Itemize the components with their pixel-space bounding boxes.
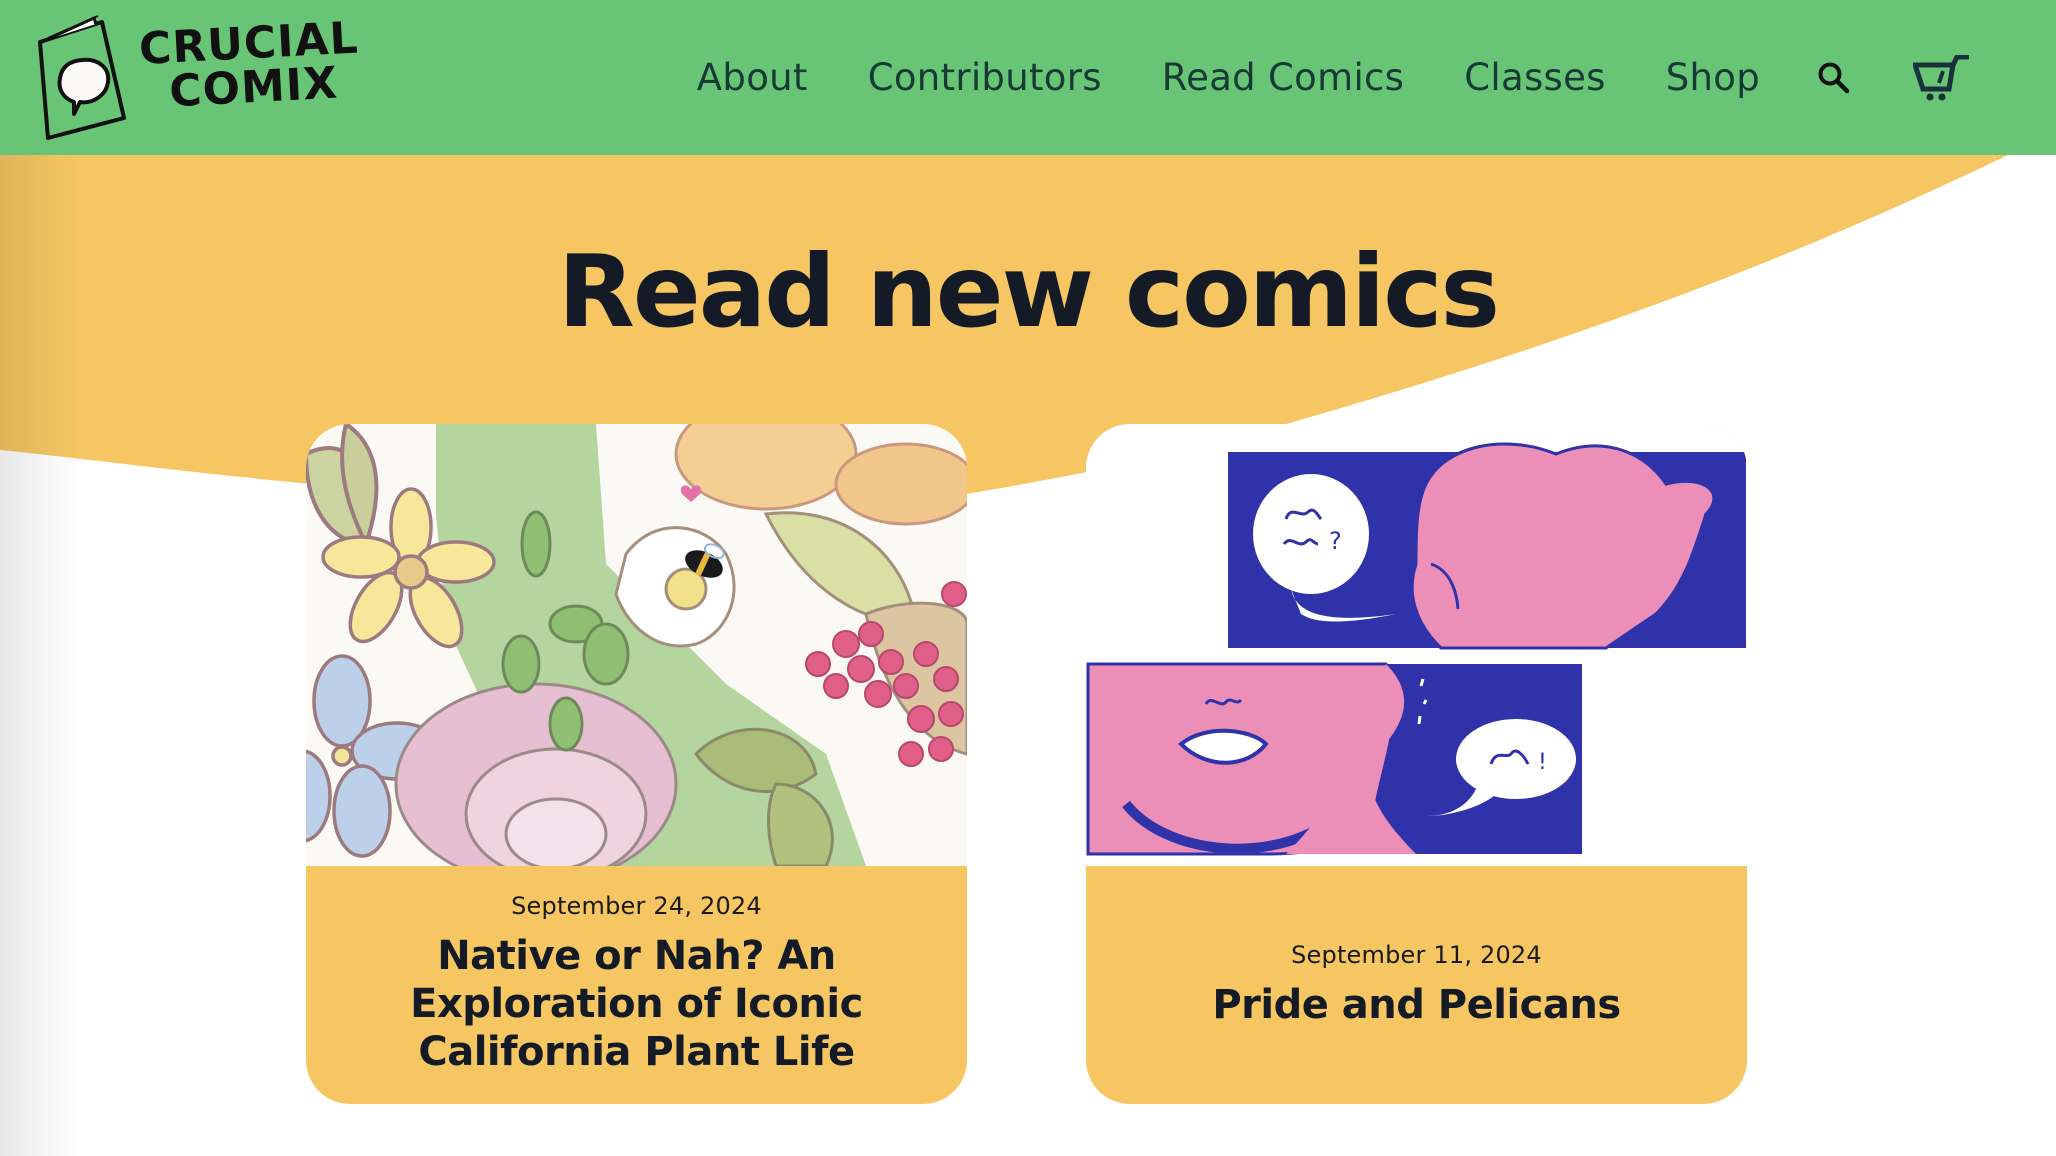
comic-book-speech-bubble-icon <box>38 15 126 140</box>
search-icon <box>1818 62 1850 93</box>
site-header: CRUCIAL COMIX About Contributors Read Co… <box>0 0 2056 155</box>
comic-card[interactable]: ? ! September 11, 2024 Pride and Pelican… <box>1086 424 1747 1104</box>
logo-text-line-2: COMIX <box>168 57 340 118</box>
comic-card-body: September 11, 2024 Pride and Pelicans <box>1086 866 1747 1104</box>
nav-about[interactable]: About <box>697 56 808 99</box>
comic-panels-illustration: ? ! <box>1086 424 1747 866</box>
main-nav: About Contributors Read Comics Classes S… <box>697 0 2056 155</box>
comic-thumbnail-pride-and-pelicans: ? ! <box>1086 424 1747 866</box>
svg-text:?: ? <box>1329 527 1342 555</box>
comic-date: September 24, 2024 <box>511 892 762 920</box>
comic-card[interactable]: September 24, 2024 Native or Nah? An Exp… <box>306 424 967 1104</box>
nav-contributors[interactable]: Contributors <box>868 56 1102 99</box>
comic-thumbnail-plants <box>306 424 967 866</box>
plants-illustration <box>306 424 967 866</box>
comic-title[interactable]: Pride and Pelicans <box>1212 981 1621 1029</box>
search-button[interactable] <box>1814 58 1854 98</box>
page-title: Read new comics <box>557 233 1500 350</box>
nav-classes[interactable]: Classes <box>1464 56 1605 99</box>
site-logo-text: CRUCIAL COMIX <box>138 13 360 118</box>
nav-read-comics[interactable]: Read Comics <box>1162 56 1404 99</box>
svg-text:!: ! <box>1538 750 1547 775</box>
shopping-cart-icon <box>1913 54 1969 100</box>
cart-button[interactable] <box>1912 54 1972 102</box>
comic-date: September 11, 2024 <box>1291 941 1542 969</box>
nav-shop[interactable]: Shop <box>1666 56 1760 99</box>
comic-card-body: September 24, 2024 Native or Nah? An Exp… <box>306 866 967 1104</box>
comic-title[interactable]: Native or Nah? An Exploration of Iconic … <box>346 932 927 1076</box>
site-logo-link[interactable]: CRUCIAL COMIX <box>34 13 360 142</box>
